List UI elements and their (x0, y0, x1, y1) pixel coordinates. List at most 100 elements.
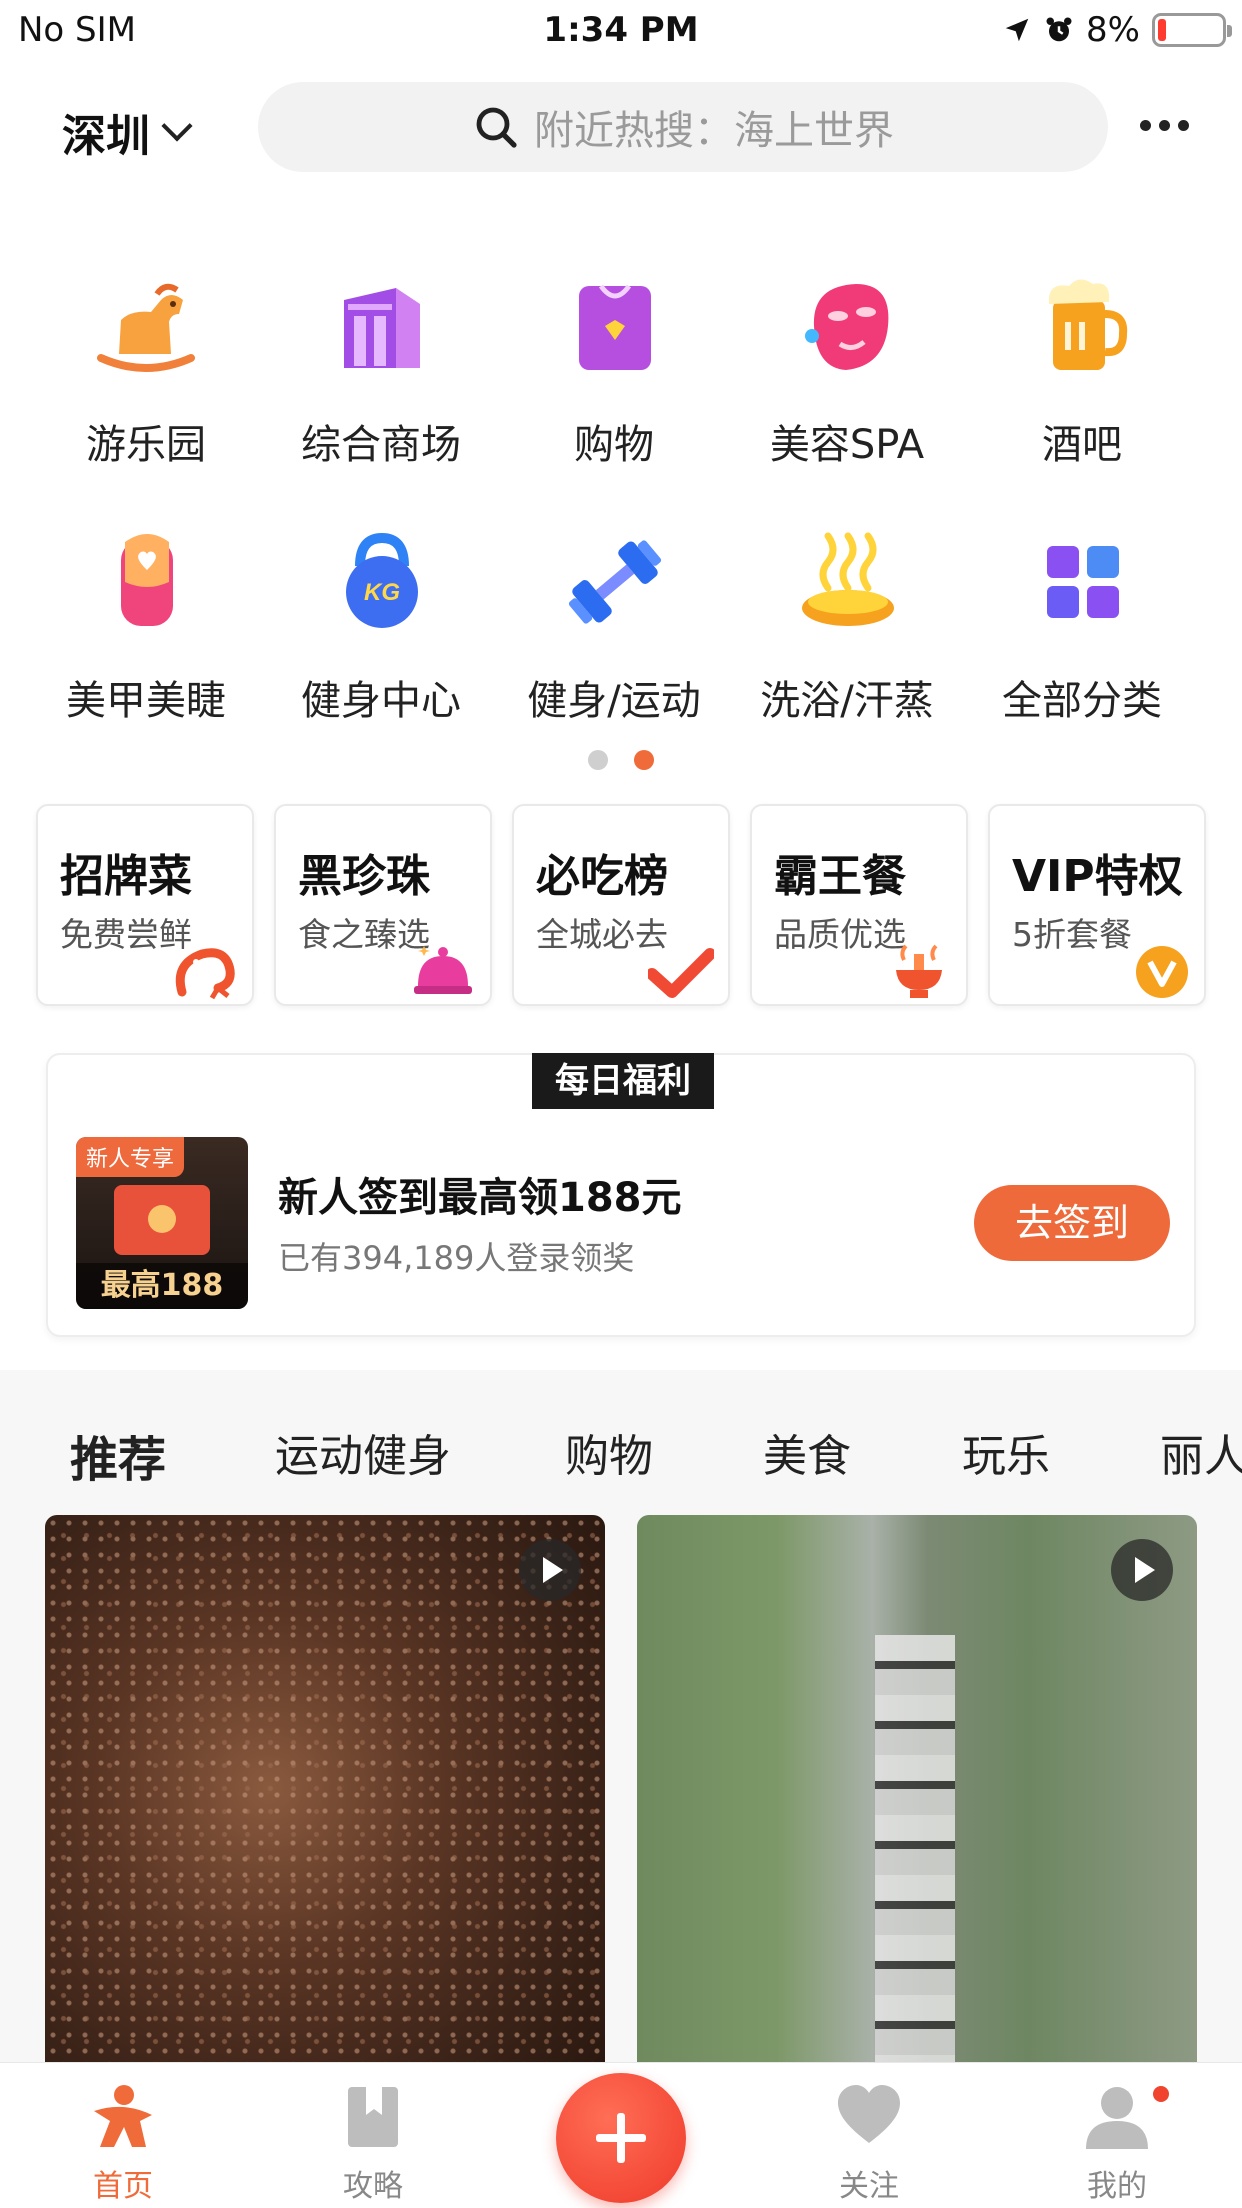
category-label: 健身中心 (301, 678, 461, 724)
welfare-subtitle: 已有394,189人登录领奖 (278, 1239, 635, 1277)
nav-label: 我的 (1087, 2169, 1147, 2204)
category-label: 酒吧 (1042, 422, 1122, 468)
location-arrow-icon (1005, 18, 1029, 42)
hot-spring-icon (802, 532, 894, 626)
tab-food[interactable]: 美食 (763, 1420, 851, 1484)
category-grid: 游乐园 综合商场 购物 美容SPA 酒吧 美甲美睫 KG 健身中心 健身/运动 … (0, 190, 1242, 800)
category-label: 健身/运动 (527, 678, 701, 724)
search-bar[interactable]: 附近热搜：海上世界 (258, 82, 1108, 172)
profile-icon (1086, 2087, 1148, 2149)
nav-label: 首页 (93, 2169, 153, 2204)
checkmark-icon (648, 948, 714, 998)
nav-label: 关注 (839, 2169, 899, 2204)
promo-title: VIP特权 (1012, 851, 1183, 902)
nail-icon (121, 534, 173, 626)
tab-shopping[interactable]: 购物 (565, 1420, 653, 1484)
search-icon (476, 107, 517, 148)
page-indicator (588, 750, 654, 770)
category-label: 美甲美睫 (66, 678, 226, 724)
sign-in-button[interactable]: 去签到 (974, 1185, 1170, 1261)
dumbbell-icon (568, 540, 662, 624)
promo-title: 黑珍珠 (298, 851, 430, 902)
shrimp-icon (175, 948, 235, 1000)
video-card[interactable] (45, 1515, 605, 2062)
home-person-icon (94, 2085, 152, 2147)
category-bar[interactable]: 酒吧 (967, 270, 1197, 470)
welfare-card[interactable]: 每日福利 新人专享 最高188 新人签到最高领188元 已有394,189人登录… (46, 1053, 1196, 1337)
add-button[interactable] (556, 2073, 686, 2203)
daily-welfare-section: 每日福利 新人专享 最高188 新人签到最高领188元 已有394,189人登录… (0, 1030, 1242, 1370)
battery-icon (1152, 13, 1232, 47)
category-label: 综合商场 (301, 422, 461, 468)
status-indicators: 8% (1002, 10, 1232, 50)
category-label: 游乐园 (86, 422, 206, 468)
promo-card-black-pearl[interactable]: 黑珍珠 食之臻选 (274, 804, 492, 1006)
promo-card-vip[interactable]: VIP特权 5折套餐 (988, 804, 1206, 1006)
category-all[interactable]: 全部分类 (967, 526, 1197, 726)
cloche-icon (414, 946, 472, 994)
welfare-title: 新人签到最高领188元 (278, 1175, 682, 1221)
tab-sports-fitness[interactable]: 运动健身 (275, 1420, 451, 1484)
rocking-horse-icon (97, 283, 195, 372)
category-nails-lashes[interactable]: 美甲美睫 (31, 526, 261, 726)
kettlebell-icon: KG (346, 532, 418, 628)
promo-cards-row: 招牌菜 免费尝鲜 黑珍珠 食之臻选 必吃榜 全城必去 霸王餐 品质优选 VIP特… (0, 800, 1242, 1030)
grid-icon (1047, 546, 1119, 618)
tab-entertainment[interactable]: 玩乐 (962, 1420, 1050, 1484)
video-card[interactable] (637, 1515, 1197, 2062)
vip-badge-icon (1136, 946, 1188, 998)
category-label: 全部分类 (1002, 678, 1162, 724)
city-selector[interactable]: 深圳 (62, 100, 193, 164)
page-dot[interactable] (588, 750, 608, 770)
mall-building-icon (344, 288, 420, 368)
welfare-tag: 每日福利 (532, 1053, 714, 1109)
promo-title: 霸王餐 (774, 851, 906, 902)
category-label: 美容SPA (769, 422, 925, 468)
category-mall[interactable]: 综合商场 (266, 270, 496, 470)
promo-card-must-eat[interactable]: 必吃榜 全城必去 (512, 804, 730, 1006)
category-beauty-spa[interactable]: 美容SPA (732, 270, 962, 470)
status-bar: No SIM 1:34 PM 8% (0, 0, 1242, 60)
bottom-navigation: 首页 攻略 关注 我的 (0, 2062, 1242, 2208)
beer-mug-icon (1048, 279, 1128, 370)
face-mask-icon (805, 284, 889, 370)
page-dot-active[interactable] (634, 750, 654, 770)
category-sports[interactable]: 健身/运动 (499, 526, 729, 726)
promo-title: 必吃榜 (536, 851, 668, 902)
category-amusement-park[interactable]: 游乐园 (31, 270, 261, 470)
heart-icon (838, 2085, 900, 2143)
feed-tabs: 推荐 运动健身 购物 美食 玩乐 丽人 (0, 1370, 1242, 1510)
battery-percent: 8% (1086, 10, 1140, 50)
svg-text:KG: KG (364, 579, 400, 606)
nav-guides[interactable]: 攻略 (308, 2081, 438, 2205)
promo-card-signature-dish[interactable]: 招牌菜 免费尝鲜 (36, 804, 254, 1006)
play-icon[interactable] (1111, 1539, 1173, 1601)
max-reward-text: 最高188 (76, 1263, 248, 1309)
tab-recommended[interactable]: 推荐 (70, 1420, 167, 1490)
category-fitness-center[interactable]: KG 健身中心 (266, 526, 496, 726)
more-options-icon[interactable] (1140, 120, 1189, 131)
chevron-down-icon (161, 110, 193, 142)
nav-label: 攻略 (343, 2169, 403, 2204)
shopping-bag-icon (579, 284, 651, 370)
hotpot-icon (896, 944, 942, 998)
city-name: 深圳 (62, 111, 150, 162)
alarm-clock-icon (1046, 17, 1072, 42)
header: 深圳 附近热搜：海上世界 (0, 60, 1242, 190)
tab-beauty[interactable]: 丽人 (1160, 1420, 1242, 1484)
category-label: 洗浴/汗蒸 (760, 678, 934, 724)
nav-following[interactable]: 关注 (804, 2081, 934, 2205)
category-shopping[interactable]: 购物 (499, 270, 729, 470)
category-bath-sauna[interactable]: 洗浴/汗蒸 (732, 526, 962, 726)
promo-card-free-meal[interactable]: 霸王餐 品质优选 (750, 804, 968, 1006)
nav-home[interactable]: 首页 (58, 2081, 188, 2205)
content-feed (0, 1510, 1242, 2062)
red-envelope-image: 新人专享 最高188 (76, 1137, 248, 1309)
notification-dot (1150, 2083, 1172, 2105)
search-placeholder: 附近热搜：海上世界 (534, 108, 894, 154)
play-icon[interactable] (519, 1539, 581, 1601)
promo-title: 招牌菜 (60, 851, 192, 902)
envelope-icon (114, 1185, 210, 1255)
bookmark-icon (348, 2087, 398, 2147)
category-label: 购物 (574, 422, 654, 468)
